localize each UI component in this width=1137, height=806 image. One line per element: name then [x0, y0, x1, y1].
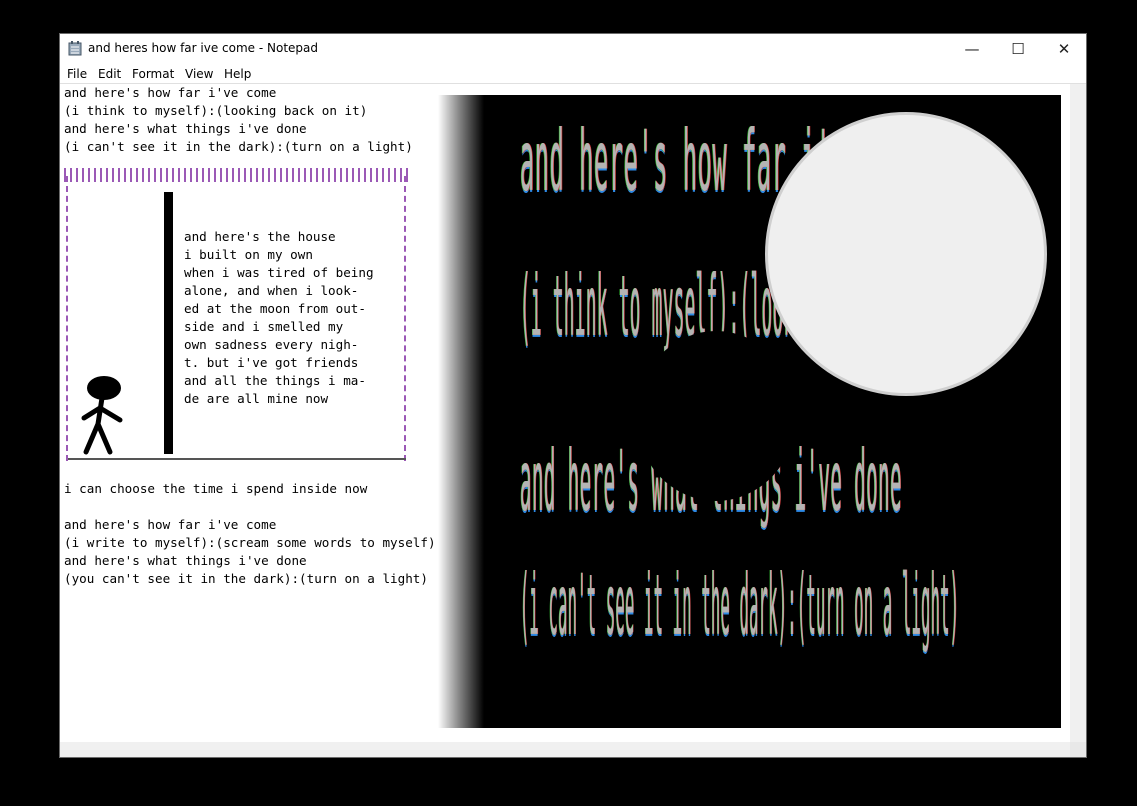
art-text-line: (i can't see it in the dark):(turn on a … — [520, 557, 960, 654]
menu-edit[interactable]: Edit — [98, 67, 121, 81]
text-editor[interactable]: and here's how far i've come (i think to… — [60, 84, 1070, 742]
notepad-icon — [68, 41, 82, 56]
house-text-line: i built on my own — [184, 247, 313, 262]
text-line: i can choose the time i spend inside now — [64, 481, 368, 496]
house-text-line: ed at the moon from out- — [184, 301, 366, 316]
stick-figure-icon — [81, 376, 123, 455]
dark-circle — [636, 331, 796, 501]
text-line: (i can't see it in the dark):(turn on a … — [64, 139, 413, 154]
window-title: and heres how far ive come - Notepad — [88, 41, 318, 55]
moon-circle — [765, 112, 1047, 396]
house-text-line: and here's the house — [184, 229, 336, 244]
close-button[interactable]: ✕ — [1041, 34, 1086, 63]
menu-view[interactable]: View — [185, 67, 213, 81]
house-text-line: t. but i've got friends — [184, 355, 359, 370]
house-text-line: own sadness every nigh- — [184, 337, 359, 352]
title-bar[interactable]: and heres how far ive come - Notepad — ☐… — [60, 34, 1086, 63]
house-text-line: de are all mine now — [184, 391, 329, 406]
text-line: (you can't see it in the dark):(turn on … — [64, 571, 428, 586]
dither-gradient — [438, 95, 484, 728]
house-wall — [164, 192, 173, 454]
notepad-window: and heres how far ive come - Notepad — ☐… — [59, 33, 1087, 758]
horizontal-scrollbar[interactable] — [60, 742, 1070, 757]
text-line: and here's what things i've done — [64, 553, 307, 568]
house-text-line: side and i smelled my — [184, 319, 344, 334]
menu-format[interactable]: Format — [132, 67, 174, 81]
house-text-line: and all the things i ma- — [184, 373, 366, 388]
text-line: and here's how far i've come — [64, 517, 277, 532]
close-icon: ✕ — [1057, 39, 1071, 58]
minimize-button[interactable]: — — [949, 34, 995, 63]
house-text-line: when i was tired of being — [184, 265, 374, 280]
menu-bar: File Edit Format View Help — [60, 64, 1086, 84]
text-line: and here's how far i've come — [64, 85, 277, 100]
menu-help[interactable]: Help — [224, 67, 251, 81]
maximize-button[interactable]: ☐ — [995, 34, 1041, 63]
minimize-icon: — — [964, 39, 980, 58]
text-line: (i think to myself):(looking back on it) — [64, 103, 368, 118]
vertical-scrollbar[interactable] — [1070, 84, 1086, 742]
glitch-art-panel: and here's how far i've come (i think to… — [438, 95, 1061, 728]
maximize-icon: ☐ — [1011, 39, 1025, 58]
house-text-line: alone, and when i look- — [184, 283, 359, 298]
menu-file[interactable]: File — [67, 67, 87, 81]
text-line: (i write to myself):(scream some words t… — [64, 535, 436, 550]
resize-grip[interactable] — [1070, 742, 1086, 757]
text-line: and here's what things i've done — [64, 121, 307, 136]
